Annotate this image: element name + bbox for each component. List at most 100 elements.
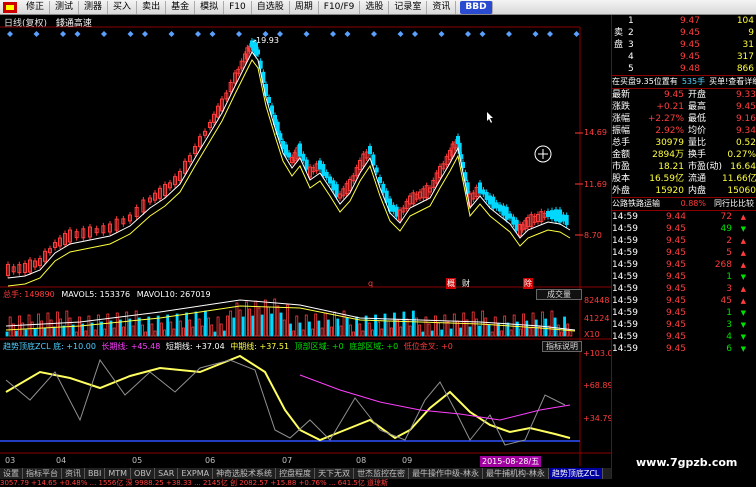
sell-level-row[interactable]: 2 9.45 9 (628, 27, 756, 39)
volume-bar (18, 315, 22, 337)
x-date: 08 (356, 456, 367, 465)
tab-custom-5[interactable]: 最牛操作中级-林永 (409, 468, 483, 479)
signal-diamond-icon (438, 31, 445, 37)
tab-custom-3[interactable]: 天下无双 (315, 468, 355, 479)
volume-bar (427, 323, 431, 337)
indicator-name: 趋势顶底ZCL 底: +10.00 (3, 342, 96, 351)
quote-label: 总手 (612, 138, 631, 148)
chart-annotation[interactable]: 财 (462, 278, 470, 289)
kline-chart[interactable] (0, 0, 611, 468)
volume-bar (200, 325, 204, 337)
indicator-bottom-zone: 底部区域: +0 (349, 342, 399, 351)
tab-sar[interactable]: SAR (155, 468, 179, 479)
volume-bar (330, 326, 333, 337)
volume-bar (320, 327, 324, 337)
sell-level-row[interactable]: 1 9.47 104 (628, 15, 756, 27)
volume-bar (248, 308, 251, 337)
volume-bar (141, 324, 144, 337)
tick-price: 9.45 (665, 332, 686, 342)
bid-detail-link[interactable]: 买单!查看详细 (709, 76, 756, 88)
candlestick (321, 164, 326, 176)
sector-name[interactable]: 公路铁路运输 (612, 198, 668, 210)
volume-bar (478, 325, 481, 337)
quote-value: 9.34 (735, 126, 756, 136)
tick-list[interactable]: 14:59 9.44 72 ▲ 14:59 9.45 49 ▼ 14:59 9.45 2 ▲ 14:59… (612, 211, 756, 355)
volume-bar (345, 317, 349, 337)
volume-header: 总手: 149890 MAVOL5: 153376 MAVOL10: 26701… (3, 289, 211, 300)
chart-annotation[interactable]: 除 (523, 278, 533, 289)
tick-row: 14:59 9.45 49 ▼ (612, 223, 756, 235)
up-arrow-icon: ▲ (740, 261, 746, 269)
down-arrow-icon: ▼ (740, 225, 746, 233)
tick-row: 14:59 9.45 45 ▲ (612, 295, 756, 307)
sell-level-row[interactable]: 3 9.45 31 (628, 39, 756, 51)
tick-price: 9.45 (665, 308, 686, 318)
tab-expma[interactable]: EXPMA (178, 468, 214, 479)
quote-stats: 最新 9.45 开盘 9.33 涨跌 +0.21 最高 9.45 涨幅 +2.27% 最低 9.16 振… (612, 89, 756, 197)
quote-row: 金额 2894万 换手 0.27% (612, 149, 756, 161)
sell-level: 4 (628, 52, 634, 62)
sell-price: 9.47 (679, 16, 700, 26)
volume-bar (24, 329, 28, 337)
quote-label: 流通 (688, 174, 707, 184)
tab-custom-1[interactable]: 神奇选股术系统 (213, 468, 277, 479)
candlestick (287, 152, 291, 158)
volume-bar (393, 312, 396, 337)
tab-custom-6[interactable]: 最牛捕机构-林永 (483, 468, 549, 479)
volume-bar (364, 315, 368, 337)
signal-diamond-icon (465, 31, 471, 37)
signal-diamond-icon (195, 31, 201, 37)
tick-time: 14:59 (612, 332, 638, 342)
quote-label: 内盘 (688, 186, 707, 196)
signal-diamond-icon (344, 31, 351, 37)
volume-bar (465, 319, 469, 337)
volume-bar (5, 331, 9, 337)
sell-level-row[interactable]: 5 9.48 866 (628, 63, 756, 75)
volume-bar (377, 321, 381, 337)
tick-price: 9.44 (665, 212, 686, 222)
sell-level-row[interactable]: 4 9.45 317 (628, 51, 756, 63)
tab-custom-2[interactable]: 控盘程度 (276, 468, 316, 479)
indicator-dropdown[interactable]: 成交量 (536, 289, 582, 300)
volume-bar (560, 331, 563, 337)
sector-compare-link[interactable]: 同行比比较 (714, 198, 754, 210)
price-tick: 8.70 (584, 231, 602, 240)
volume-bar (418, 324, 422, 337)
up-arrow-icon: ▲ (740, 285, 746, 293)
tab-indicator-platform[interactable]: 指标平台 (23, 468, 62, 479)
volume-bar (172, 328, 176, 337)
indicator-long-line (299, 374, 571, 421)
indicator-help-button[interactable]: 指标说明 (542, 341, 582, 352)
indicator-short-line (5, 358, 566, 446)
quote-value: 11.66亿 (722, 174, 756, 184)
indicator-mid: 中期线: +37.51 (230, 342, 290, 351)
candlestick (301, 153, 306, 161)
down-arrow-icon: ▼ (740, 321, 746, 329)
volume-bar (314, 313, 318, 337)
candlestick (491, 196, 496, 209)
volume-bar (204, 310, 207, 337)
volume-bar (437, 322, 440, 337)
chart-annotation[interactable]: 概 (446, 278, 456, 289)
tab-news[interactable]: 资讯 (62, 468, 85, 479)
signal-diamond-icon (479, 31, 486, 37)
tick-price: 9.45 (665, 344, 686, 354)
volume-bar (15, 330, 18, 337)
quote-value: 2.92% (655, 126, 684, 136)
tick-row: 14:59 9.45 2 ▲ (612, 235, 756, 247)
signal-diamond-icon (573, 31, 580, 37)
tab-settings[interactable]: 设置 (0, 468, 23, 479)
tab-custom-4[interactable]: 世杰监控在密 (354, 468, 410, 479)
signal-diamond-icon (101, 31, 107, 37)
tab-obv[interactable]: OBV (131, 468, 156, 479)
tab-mtm[interactable]: MTM (105, 468, 132, 479)
volume-bar (241, 316, 245, 337)
indicator-tick: +34.79 (583, 414, 613, 423)
tab-bbi[interactable]: BBI (85, 468, 106, 479)
tab-zcl[interactable]: 趋势顶底ZCL (548, 468, 604, 479)
volume-tick: X10 (584, 330, 600, 339)
indicator-tick: +103.0 (583, 349, 613, 358)
quote-label: 外盘 (612, 186, 631, 196)
candlestick (334, 184, 339, 198)
candlestick (564, 215, 569, 225)
